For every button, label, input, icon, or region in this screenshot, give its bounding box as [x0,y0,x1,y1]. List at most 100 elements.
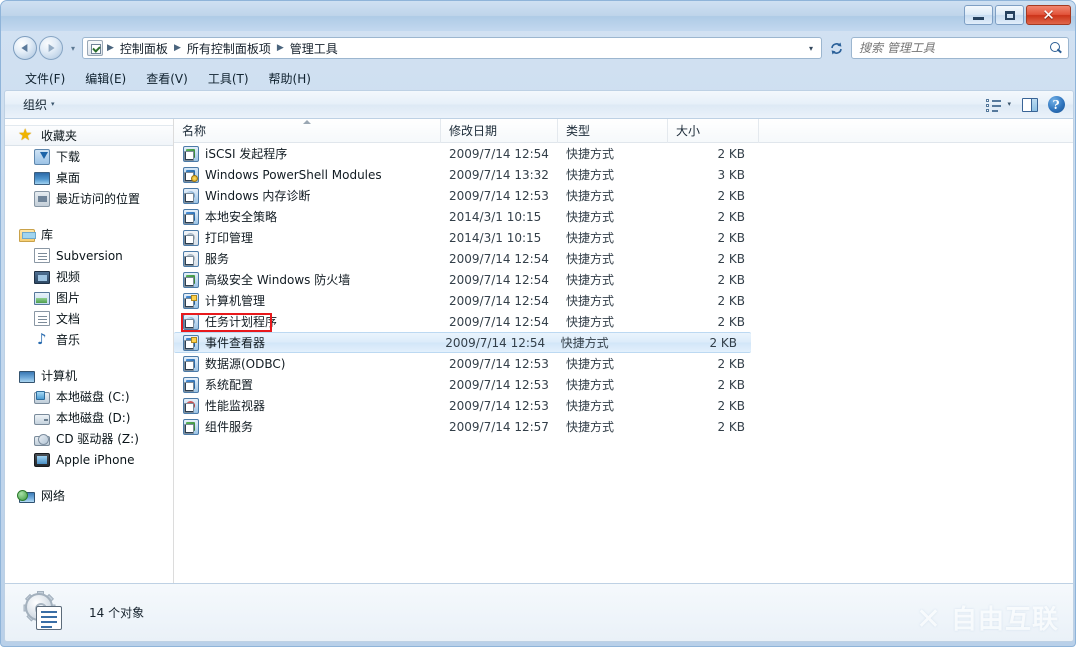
table-row[interactable]: 事件查看器2009/7/14 12:54快捷方式2 KB [174,332,751,353]
forward-button[interactable] [39,36,63,60]
sidebar-label: 最近访问的位置 [56,190,140,207]
breadcrumb-separator: ▶ [275,43,286,53]
column-header-date[interactable]: 修改日期 [441,119,558,143]
file-date: 2009/7/14 12:54 [441,294,558,308]
nav-spacer [5,352,173,365]
menu-item-view[interactable]: 查看(V) [136,68,198,89]
table-row[interactable]: 任务计划程序2009/7/14 12:54快捷方式2 KB [174,311,1073,332]
view-mode-button[interactable]: ▾ [981,95,1016,115]
sidebar-item-music[interactable]: 音乐 [5,329,173,350]
file-type: 快捷方式 [558,208,668,225]
breadcrumb-item-control-panel[interactable]: 控制面板 [116,38,172,59]
table-row[interactable]: 服务2009/7/14 12:54快捷方式2 KB [174,248,1073,269]
navigation-pane[interactable]: 收藏夹 下载 桌面 最近访问的位置 [5,119,174,583]
music-icon [34,332,50,348]
file-size: 2 KB [668,189,759,203]
file-type: 快捷方式 [558,229,668,246]
table-row[interactable]: 高级安全 Windows 防火墙2009/7/14 12:54快捷方式2 KB [174,269,1073,290]
cell-name: 性能监视器 [174,397,441,414]
file-name: Windows PowerShell Modules [205,168,382,182]
breadcrumb-item-all-items[interactable]: 所有控制面板项 [183,38,275,59]
shortcut-icon [183,398,199,414]
search-input[interactable] [859,41,1049,55]
sidebar-item-computer[interactable]: 计算机 [5,365,173,386]
sidebar-item-downloads[interactable]: 下载 [5,146,173,167]
sidebar-item-local-disk-d[interactable]: 本地磁盘 (D:) [5,407,173,428]
sidebar-item-recent-places[interactable]: 最近访问的位置 [5,188,173,209]
file-type: 快捷方式 [558,355,668,372]
file-size: 2 KB [668,399,759,413]
sidebar-item-videos[interactable]: 视频 [5,266,173,287]
file-size: 2 KB [668,294,759,308]
file-list-pane[interactable]: 名称 修改日期 类型 大小 iSCSI 发起程序2009/7/14 12:54快… [174,119,1073,583]
cell-name: 系统配置 [174,376,441,393]
table-row[interactable]: 组件服务2009/7/14 12:57快捷方式2 KB [174,416,1073,437]
menu-item-help[interactable]: 帮助(H) [259,68,321,89]
file-size: 2 KB [661,336,751,350]
breadcrumb-item-admin-tools[interactable]: 管理工具 [286,38,342,59]
minimize-button[interactable] [964,5,993,25]
file-name: 任务计划程序 [205,313,277,330]
shortcut-icon [183,251,199,267]
library-icon [19,229,35,242]
picture-icon [34,292,50,305]
table-row[interactable]: 本地安全策略2014/3/1 10:15快捷方式2 KB [174,206,1073,227]
sidebar-item-local-disk-c[interactable]: 本地磁盘 (C:) [5,386,173,407]
file-date: 2009/7/14 12:53 [441,399,558,413]
sidebar-item-pictures[interactable]: 图片 [5,287,173,308]
shortcut-icon [183,146,199,162]
search-box[interactable] [851,37,1069,59]
shortcut-icon [183,188,199,204]
column-header-type[interactable]: 类型 [558,119,668,143]
title-bar: ✕ [1,1,1075,31]
sidebar-item-subversion[interactable]: Subversion [5,245,173,266]
file-date: 2009/7/14 12:54 [441,273,558,287]
sidebar-item-cd-drive-z[interactable]: CD 驱动器 (Z:) [5,428,173,449]
sidebar-item-documents[interactable]: 文档 [5,308,173,329]
cell-name: 数据源(ODBC) [174,355,441,372]
cell-name: Windows 内存诊断 [174,187,441,204]
table-row[interactable]: 打印管理2014/3/1 10:15快捷方式2 KB [174,227,1073,248]
menu-item-tools[interactable]: 工具(T) [198,68,259,89]
address-bar[interactable]: ▶ 控制面板 ▶ 所有控制面板项 ▶ 管理工具 ▾ [82,37,822,59]
column-header-name[interactable]: 名称 [174,119,441,143]
file-type: 快捷方式 [553,334,662,351]
menu-item-edit[interactable]: 编辑(E) [75,68,136,89]
file-date: 2014/3/1 10:15 [441,231,558,245]
preview-pane-icon [1022,98,1038,112]
shortcut-icon [183,209,199,225]
refresh-button[interactable] [825,37,847,59]
close-button[interactable]: ✕ [1026,5,1071,25]
help-button[interactable]: ? [1044,94,1068,116]
navigation-bar: ▾ ▶ 控制面板 ▶ 所有控制面板项 ▶ 管理工具 ▾ [1,31,1075,65]
file-name: 性能监视器 [205,397,265,414]
table-row[interactable]: 数据源(ODBC)2009/7/14 12:53快捷方式2 KB [174,353,1073,374]
file-size: 2 KB [668,231,759,245]
preview-pane-button[interactable] [1018,94,1042,116]
address-dropdown-icon[interactable]: ▾ [803,44,819,53]
table-row[interactable]: 系统配置2009/7/14 12:53快捷方式2 KB [174,374,1073,395]
table-row[interactable]: 性能监视器 2009/7/14 12:53快捷方式2 KB [174,395,1073,416]
sidebar-item-network[interactable]: 网络 [5,485,173,506]
sidebar-item-libraries[interactable]: 库 [5,224,173,245]
sidebar-item-desktop[interactable]: 桌面 [5,167,173,188]
back-button[interactable] [13,36,37,60]
table-row[interactable]: iSCSI 发起程序2009/7/14 12:54快捷方式2 KB [174,143,1073,164]
maximize-button[interactable] [995,5,1024,25]
shortcut-icon [183,377,199,393]
file-date: 2009/7/14 12:53 [441,357,558,371]
shortcut-icon [183,419,199,435]
table-row[interactable]: Windows 内存诊断2009/7/14 12:53快捷方式2 KB [174,185,1073,206]
table-row[interactable]: 计算机管理2009/7/14 12:54快捷方式2 KB [174,290,1073,311]
history-chevron-icon[interactable]: ▾ [67,44,79,53]
file-name: 数据源(ODBC) [205,355,285,372]
column-header-size[interactable]: 大小 [668,119,759,143]
file-type: 快捷方式 [558,397,668,414]
sidebar-label: 计算机 [41,367,77,384]
shortcut-icon [183,356,199,372]
sidebar-item-favorites[interactable]: 收藏夹 [5,125,173,146]
table-row[interactable]: Windows PowerShell Modules2009/7/14 13:3… [174,164,1073,185]
menu-item-file[interactable]: 文件(F) [15,68,75,89]
organize-button[interactable]: 组织 ▾ [16,93,62,116]
sidebar-item-apple-iphone[interactable]: Apple iPhone [5,449,173,470]
